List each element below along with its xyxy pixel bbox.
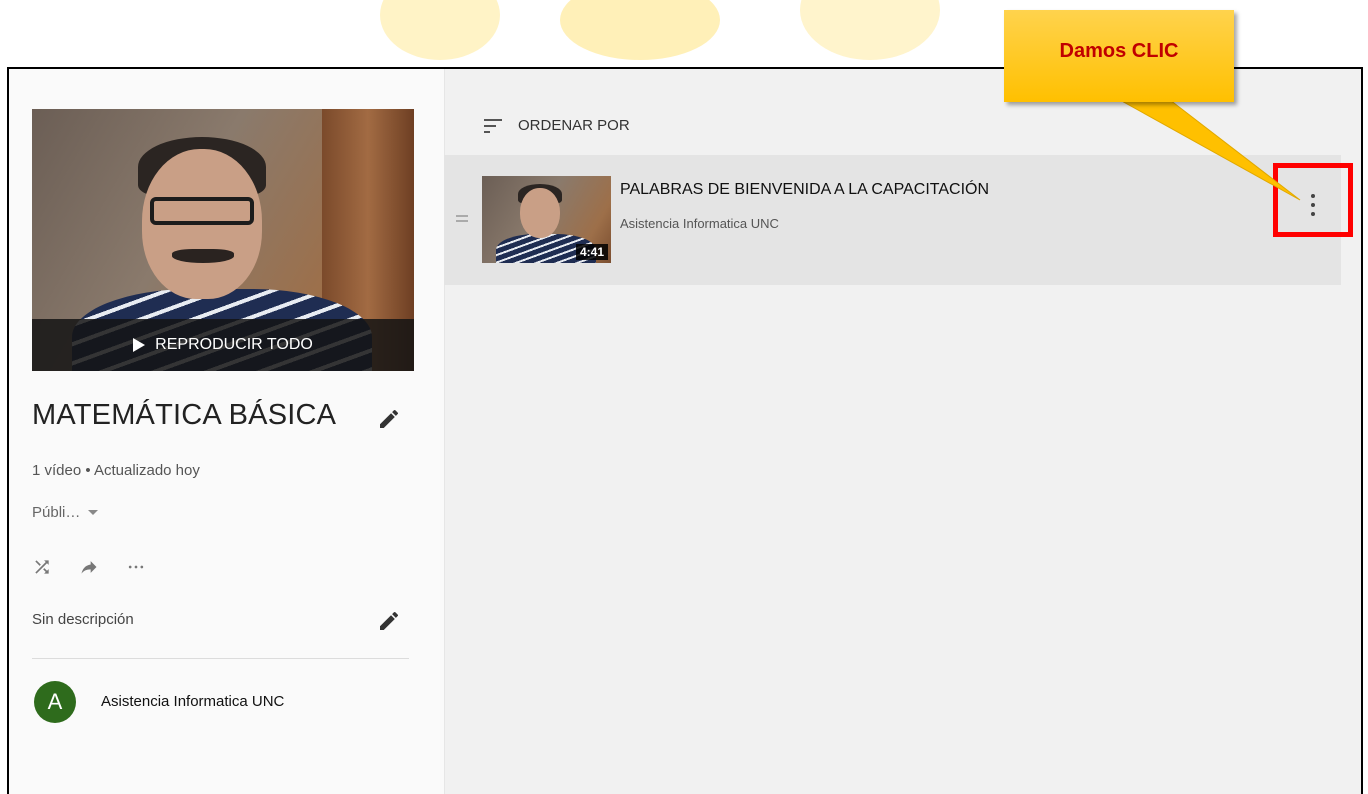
drag-handle-icon[interactable] [456,215,468,225]
playlist-video-row[interactable]: 4:41 PALABRAS DE BIENVENIDA A LA CAPACIT… [444,155,1341,285]
playlist-sidebar: REPRODUCIR TODO MATEMÁTICA BÁSICA 1 víde… [9,69,445,794]
sort-label: ORDENAR POR [518,117,630,134]
play-icon [133,338,146,352]
video-title-link[interactable]: PALABRAS DE BIENVENIDA A LA CAPACITACIÓN [620,181,989,199]
video-duration: 4:41 [575,244,608,260]
more-horizontal-icon[interactable] [126,557,146,582]
edit-title-pencil-icon[interactable] [377,407,401,431]
edit-description-pencil-icon[interactable] [377,609,401,633]
callout-annotation: Damos CLIC [1004,10,1234,102]
playlist-actions [32,557,146,582]
privacy-dropdown[interactable]: Públi… [32,504,99,521]
playlist-description: Sin descripción [32,611,134,628]
video-channel-link[interactable]: Asistencia Informatica UNC [620,216,779,231]
callout-text: Damos CLIC [1059,40,1179,62]
privacy-value: Públi… [32,504,81,521]
playlist-meta: 1 vídeo • Actualizado hoy [32,462,200,479]
play-all-button[interactable]: REPRODUCIR TODO [32,319,414,371]
playlist-title: MATEMÁTICA BÁSICA [32,399,337,431]
play-all-label: REPRODUCIR TODO [155,336,313,353]
share-icon[interactable] [78,557,100,582]
highlight-box [1273,163,1353,237]
playlist-thumbnail[interactable]: REPRODUCIR TODO [32,109,414,371]
dropdown-caret-icon [88,510,99,515]
sort-icon [484,118,502,133]
divider [32,658,409,659]
video-thumbnail[interactable]: 4:41 [482,176,611,263]
app-window: REPRODUCIR TODO MATEMÁTICA BÁSICA 1 víde… [7,67,1363,794]
shuffle-icon[interactable] [32,557,52,582]
sort-button[interactable]: ORDENAR POR [484,117,630,134]
owner-name-link[interactable]: Asistencia Informatica UNC [101,693,284,710]
owner-avatar[interactable]: A [34,681,76,723]
